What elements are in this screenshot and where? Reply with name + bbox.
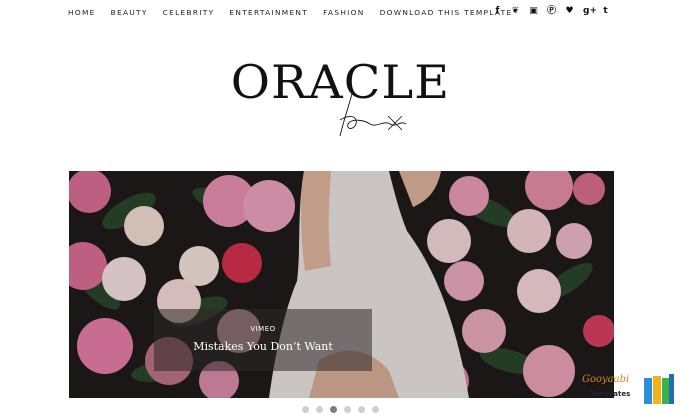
facebook-icon[interactable]: f [493, 6, 502, 17]
slide-caption[interactable]: VIMEO Mistakes You Don’t Want [154, 309, 372, 371]
tumblr-icon[interactable]: t [601, 6, 610, 17]
menu-home[interactable]: HOME [68, 8, 96, 17]
main-menu: HOME BEAUTY CELEBRITY ENTERTAINMENT FASH… [68, 8, 527, 17]
twitter-icon[interactable]: ❦ [511, 6, 520, 17]
watermark: Gooyaabi Templates [578, 372, 678, 412]
slider-dot-4[interactable] [344, 406, 351, 413]
slide-title[interactable]: Mistakes You Don’t Want [154, 340, 372, 353]
slider-dot-1[interactable] [302, 406, 309, 413]
slider-pagination [302, 406, 379, 413]
menu-entertainment[interactable]: ENTERTAINMENT [229, 8, 308, 17]
watermark-subtext: Templates [590, 390, 631, 398]
menu-celebrity[interactable]: CELEBRITY [163, 8, 215, 17]
pinterest-icon[interactable]: Ⓟ [547, 6, 556, 17]
slider-dot-5[interactable] [358, 406, 365, 413]
watermark-text: Gooyaabi [582, 374, 630, 385]
menu-beauty[interactable]: BEAUTY [111, 8, 148, 17]
slider-dot-6[interactable] [372, 406, 379, 413]
logo-script-signature [339, 93, 407, 137]
slide-label[interactable]: VIMEO [154, 325, 372, 333]
slider-dot-2[interactable] [316, 406, 323, 413]
books-logo-icon [644, 374, 674, 404]
social-links: f ❦ ▣ Ⓟ ♥ g+ t [493, 6, 610, 17]
instagram-icon[interactable]: ▣ [529, 6, 538, 17]
menu-fashion[interactable]: FASHION [323, 8, 365, 17]
top-navigation: HOME BEAUTY CELEBRITY ENTERTAINMENT FASH… [0, 0, 680, 26]
site-logo[interactable]: ORACLE [0, 52, 680, 142]
google-plus-icon[interactable]: g+ [583, 6, 597, 17]
slider-dot-3-active[interactable] [330, 406, 337, 413]
heart-icon[interactable]: ♥ [565, 6, 574, 17]
